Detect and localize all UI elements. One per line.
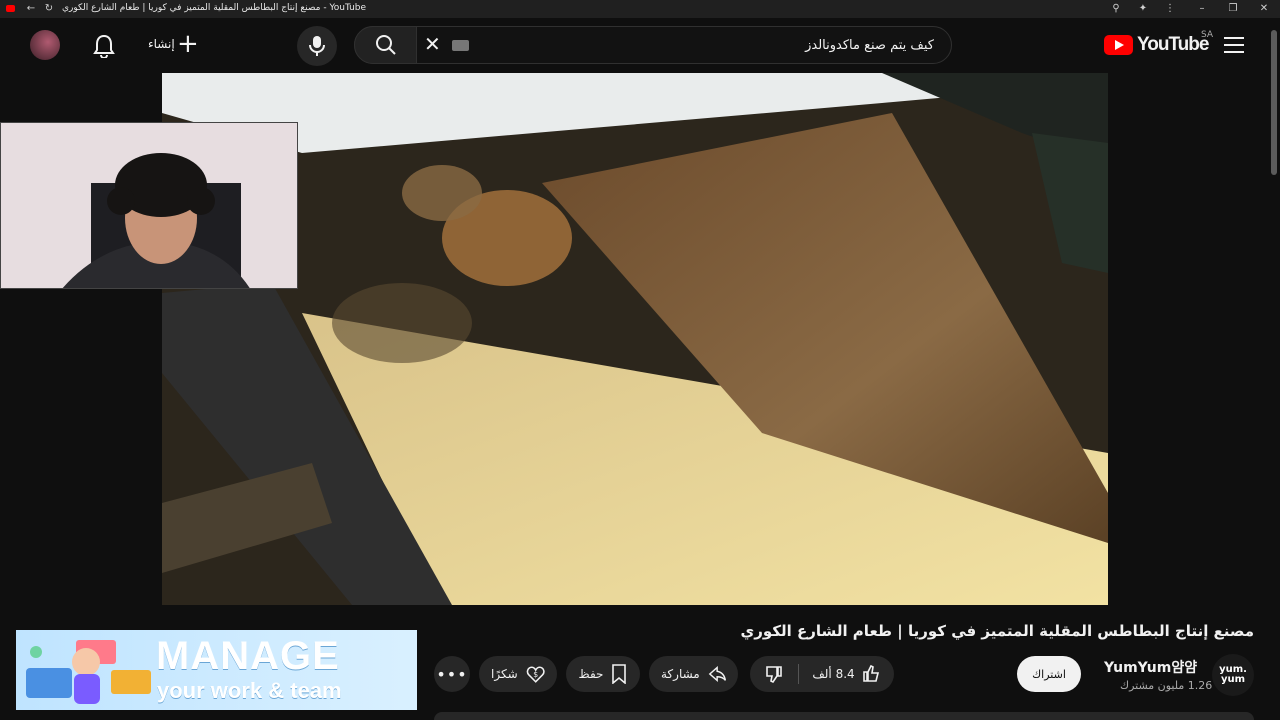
channel-avatar[interactable]: yum. yum: [1212, 654, 1254, 696]
dislike-button[interactable]: [750, 656, 798, 692]
bookmark-icon: [612, 664, 627, 684]
account-avatar[interactable]: [30, 30, 60, 60]
extensions-icon[interactable]: ✦: [1137, 3, 1149, 15]
youtube-logo[interactable]: YouTube: [1104, 33, 1209, 57]
notifications-bell-icon[interactable]: [93, 34, 115, 58]
more-horizontal-icon: •••: [436, 664, 468, 684]
channel-name[interactable]: YumYum얌얌: [1104, 657, 1197, 677]
ad-illustration: [26, 640, 151, 704]
youtube-play-icon: [1104, 35, 1133, 55]
keyboard-icon[interactable]: [452, 40, 469, 51]
ad-headline: MANAGE: [156, 634, 340, 678]
save-label: حفظ: [578, 667, 604, 681]
create-label: إنشاء: [148, 37, 175, 51]
video-frame: [162, 73, 1108, 605]
more-actions-button[interactable]: •••: [434, 656, 470, 692]
like-dislike-group: 8.4 ألف: [750, 656, 894, 692]
person-image: [1, 123, 297, 288]
subscriber-count: 1.26 مليون مشترك: [1120, 679, 1213, 692]
subscribe-label: اشتراك: [1032, 667, 1066, 681]
microphone-icon: [309, 36, 325, 56]
ad-subline: your work & team: [157, 678, 342, 703]
zoom-icon[interactable]: ⚲: [1110, 3, 1122, 15]
browser-title-bar: ← ↻ مصنع إنتاج البطاطس المقلية المتميز ف…: [0, 0, 1280, 18]
share-icon: [708, 665, 726, 683]
page-scrollbar[interactable]: [1271, 30, 1277, 175]
subscribe-button[interactable]: اشتراك: [1017, 656, 1081, 692]
voice-search-button[interactable]: [297, 26, 337, 66]
create-button[interactable]: + إنشاء: [142, 26, 206, 64]
close-window-icon[interactable]: ✕: [1258, 3, 1270, 15]
region-code: SA: [1201, 30, 1214, 40]
search-input[interactable]: [480, 28, 940, 62]
dislike-icon: [766, 666, 782, 684]
ad-banner[interactable]: MANAGE your work & team: [16, 630, 417, 710]
youtube-header: YouTube SA ✕ + إنشاء: [0, 18, 1280, 74]
channel-avatar-text: yum. yum: [1219, 664, 1247, 685]
description-box-edge: [434, 712, 1254, 720]
like-count: 8.4 ألف: [812, 667, 855, 681]
tab-title: مصنع إنتاج البطاطس المقلية المتميز في كو…: [62, 3, 367, 13]
save-button[interactable]: حفظ: [566, 656, 640, 692]
search-icon: [376, 35, 396, 55]
like-button[interactable]: 8.4 ألف: [799, 656, 894, 692]
thanks-heart-icon: $: [526, 666, 545, 683]
search-button[interactable]: [354, 26, 417, 64]
webcam-overlay: [0, 122, 298, 289]
restore-icon[interactable]: ❐: [1227, 3, 1239, 15]
share-button[interactable]: مشاركة: [649, 656, 738, 692]
clear-search-icon[interactable]: ✕: [424, 32, 441, 56]
like-icon: [862, 664, 879, 682]
more-menu-icon[interactable]: ⋮: [1164, 3, 1176, 15]
video-title: مصنع إنتاج البطاطس المقلية المتميز في كو…: [740, 622, 1254, 640]
video-player[interactable]: [162, 73, 1108, 605]
share-label: مشاركة: [661, 667, 700, 681]
logo-text: YouTube: [1137, 34, 1209, 55]
svg-text:$: $: [533, 670, 538, 679]
thanks-label: شكرًا: [491, 667, 518, 681]
youtube-favicon-icon: [6, 5, 15, 12]
plus-icon: +: [177, 29, 199, 59]
back-icon[interactable]: ←: [25, 3, 37, 15]
reload-icon[interactable]: ↻: [43, 3, 55, 15]
thanks-button[interactable]: شكرًا $: [479, 656, 557, 692]
minimize-icon[interactable]: –: [1196, 3, 1208, 15]
menu-icon[interactable]: [1224, 37, 1244, 53]
